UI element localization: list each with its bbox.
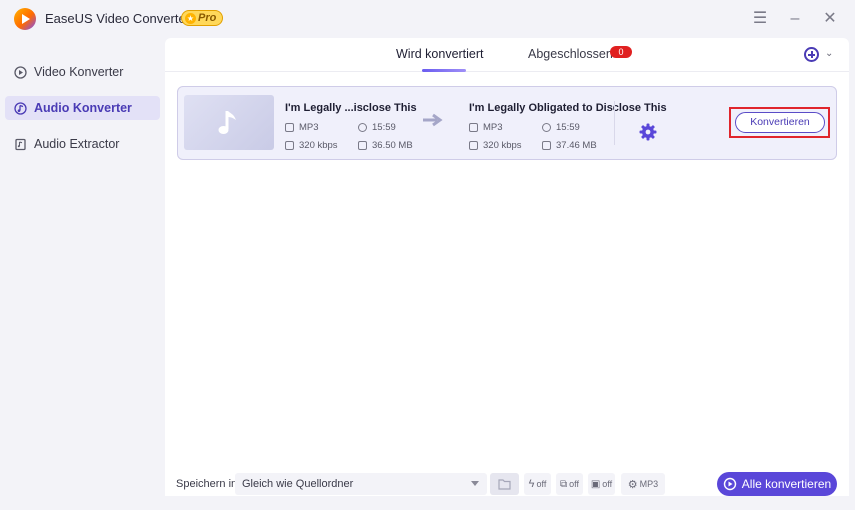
target-bitrate-value: 320 kbps <box>483 140 522 151</box>
target-duration: 15:59 <box>542 122 580 133</box>
convert-all-button[interactable]: Alle konvertieren <box>717 472 837 496</box>
sidebar: Video Konverter Audio Konverter Audio Ex… <box>0 38 165 510</box>
merge-off-label: off <box>569 479 579 489</box>
target-format-value: MP3 <box>483 122 503 133</box>
tab-abgeschlossen[interactable]: Abgeschlossen <box>528 47 613 61</box>
active-tab-indicator <box>422 69 466 72</box>
merge-files-button[interactable]: ⧉ off <box>556 473 583 495</box>
convert-all-label: Alle konvertieren <box>741 477 832 491</box>
source-bitrate: 320 kbps <box>285 140 338 151</box>
source-size: 36.50 MB <box>358 140 413 151</box>
target-size-value: 37.46 MB <box>556 140 597 151</box>
source-format-value: MP3 <box>299 122 319 133</box>
sidebar-item-video-konverter[interactable]: Video Konverter <box>5 60 160 84</box>
save-location-value: Gleich wie Quellordner <box>242 478 354 490</box>
close-icon[interactable]: ✕ <box>819 8 841 30</box>
open-folder-button[interactable] <box>490 473 519 495</box>
add-file-icon[interactable] <box>804 47 819 62</box>
acceleration-off-label: off <box>536 479 547 489</box>
bottom-bar: Speichern in: Gleich wie Quellordner ϟ o… <box>165 468 855 502</box>
completed-count-badge: 0 <box>610 46 632 58</box>
folder-icon <box>498 479 511 490</box>
target-format: MP3 <box>469 122 503 133</box>
source-file-name: I'm Legally ...isclose This <box>285 102 417 114</box>
audio-thumbnail <box>184 95 274 150</box>
file-size-icon <box>358 141 367 150</box>
clock-icon <box>358 123 367 132</box>
source-duration-value: 15:59 <box>372 122 396 133</box>
subtitle-button[interactable]: ▣ off <box>588 473 615 495</box>
subtitle-off-label: off <box>602 479 613 489</box>
main-panel: Wird konvertiert Abgeschlossen 0 ⌄ I'm L… <box>165 38 849 496</box>
target-file-name: I'm Legally Obligated to Disclose This <box>469 102 667 114</box>
sidebar-item-label: Audio Extractor <box>34 137 120 151</box>
extract-icon <box>13 137 27 151</box>
star-icon: ★ <box>185 12 196 24</box>
lightning-icon: ϟ <box>528 478 535 490</box>
video-icon <box>13 65 27 79</box>
gear-icon[interactable] <box>639 123 657 141</box>
source-bitrate-value: 320 kbps <box>299 140 338 151</box>
source-duration: 15:59 <box>358 122 396 133</box>
output-format-button[interactable]: ⚙ MP3 <box>621 473 665 495</box>
convert-button[interactable]: Konvertieren <box>735 112 825 133</box>
sidebar-item-label: Audio Konverter <box>34 101 132 115</box>
source-size-value: 36.50 MB <box>372 140 413 151</box>
music-note-icon <box>218 110 236 134</box>
settings-icon: ⚙ <box>627 478 638 491</box>
convert-all-icon <box>723 477 736 491</box>
chevron-down-icon[interactable]: ⌄ <box>825 48 833 59</box>
app-title: EaseUS Video Converter <box>45 11 191 26</box>
bitrate-icon <box>285 141 294 150</box>
conversion-task-card: I'm Legally ...isclose This MP3 15:59 32… <box>177 86 837 160</box>
format-icon <box>285 123 294 132</box>
tab-wird-konvertiert[interactable]: Wird konvertiert <box>396 47 484 61</box>
tab-bar: Wird konvertiert Abgeschlossen 0 ⌄ <box>165 38 849 72</box>
clock-icon <box>542 123 551 132</box>
app-logo-icon <box>14 8 36 30</box>
sidebar-item-audio-extractor[interactable]: Audio Extractor <box>5 132 160 156</box>
menu-icon[interactable]: ☰ <box>749 8 771 30</box>
format-icon <box>469 123 478 132</box>
title-bar: EaseUS Video Converter ★ Pro ☰ ‒ ✕ <box>0 0 855 38</box>
arrow-right-icon <box>423 113 443 127</box>
sidebar-item-audio-konverter[interactable]: Audio Konverter <box>5 96 160 120</box>
file-size-icon <box>542 141 551 150</box>
save-location-select[interactable]: Gleich wie Quellordner <box>235 473 487 495</box>
hardware-acceleration-button[interactable]: ϟ off <box>524 473 551 495</box>
source-format: MP3 <box>285 122 319 133</box>
output-format-label: MP3 <box>639 479 659 489</box>
pro-label: Pro <box>198 12 217 24</box>
minimize-icon[interactable]: ‒ <box>784 8 806 30</box>
merge-icon: ⧉ <box>560 478 568 490</box>
chevron-down-icon <box>471 481 479 486</box>
target-size: 37.46 MB <box>542 140 597 151</box>
target-duration-value: 15:59 <box>556 122 580 133</box>
bitrate-icon <box>469 141 478 150</box>
card-divider <box>614 101 615 145</box>
save-location-label: Speichern in: <box>176 478 241 490</box>
sidebar-item-label: Video Konverter <box>34 65 124 79</box>
target-bitrate: 320 kbps <box>469 140 522 151</box>
audio-icon <box>13 101 27 115</box>
pro-badge[interactable]: ★ Pro <box>181 10 224 26</box>
subtitle-icon: ▣ <box>590 478 601 490</box>
